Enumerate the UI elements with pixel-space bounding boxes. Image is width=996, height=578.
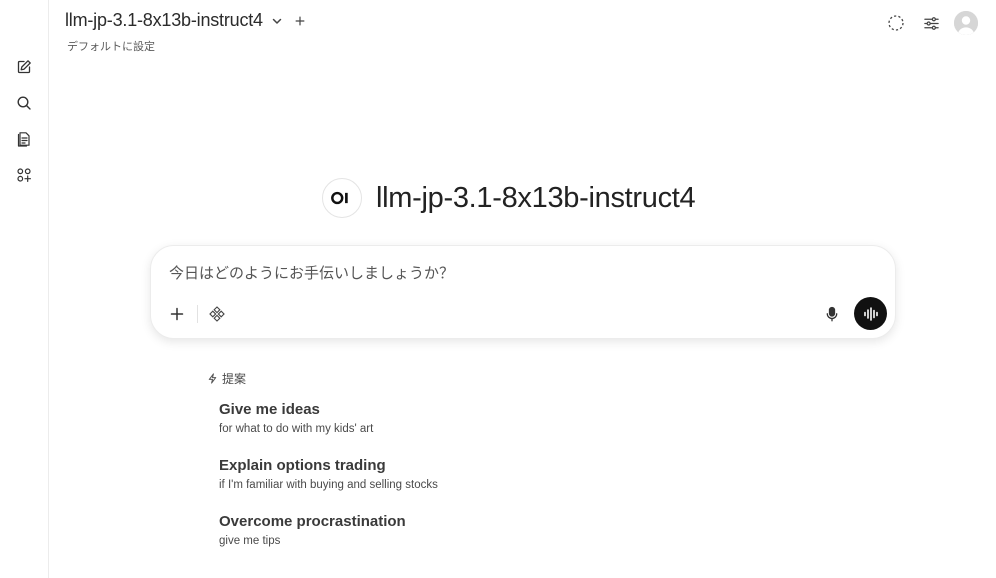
sidebar <box>0 0 49 578</box>
audio-waveform-icon <box>863 306 878 321</box>
suggestion-subtitle: if I'm familiar with buying and selling … <box>219 479 438 491</box>
temporary-chat-button[interactable] <box>884 11 908 35</box>
model-logo <box>322 178 362 218</box>
workspace-button[interactable] <box>12 163 36 187</box>
suggestions-label: 提案 <box>222 372 247 386</box>
hero-model-title: llm-jp-3.1-8x13b-instruct4 <box>376 181 696 214</box>
apps-icon <box>17 168 31 182</box>
suggestion-item[interactable]: Give me ideas for what to do with my kid… <box>219 401 373 436</box>
user-silhouette-icon <box>954 11 978 35</box>
suggestion-subtitle: give me tips <box>219 535 281 547</box>
controls-button[interactable] <box>919 11 943 35</box>
suggestion-title: Explain options trading <box>219 457 386 474</box>
tools-icon <box>209 306 225 322</box>
voice-mode-button[interactable] <box>854 297 887 330</box>
tools-button[interactable] <box>207 304 227 324</box>
suggestion-subtitle: for what to do with my kids' art <box>219 423 374 435</box>
suggestions-heading: 提案 <box>207 370 246 387</box>
notes-icon <box>17 132 30 147</box>
add-model-icon[interactable] <box>294 14 308 28</box>
set-default-button[interactable]: デフォルトに設定 <box>67 38 155 54</box>
notes-button[interactable] <box>12 127 36 151</box>
microphone-icon <box>826 306 838 322</box>
plus-icon <box>170 307 184 321</box>
controls-sliders-icon <box>923 16 939 30</box>
model-name[interactable]: llm-jp-3.1-8x13b-instruct4 <box>65 10 263 31</box>
suggestion-title: Give me ideas <box>219 401 320 418</box>
new-chat-button[interactable] <box>12 55 36 79</box>
user-avatar[interactable] <box>954 11 978 35</box>
hero: llm-jp-3.1-8x13b-instruct4 <box>322 178 696 218</box>
message-input[interactable] <box>169 262 869 284</box>
search-button[interactable] <box>12 91 36 115</box>
chevron-down-icon[interactable] <box>270 14 284 28</box>
bolt-icon <box>207 373 218 384</box>
suggestion-item[interactable]: Overcome procrastination give me tips <box>219 513 406 548</box>
composer-divider <box>197 305 198 323</box>
suggestion-item[interactable]: Explain options trading if I'm familiar … <box>219 457 438 492</box>
dictate-button[interactable] <box>822 304 842 324</box>
message-composer <box>150 245 896 339</box>
pencil-square-icon <box>17 60 31 74</box>
attach-button[interactable] <box>167 304 187 324</box>
suggestion-title: Overcome procrastination <box>219 513 406 530</box>
open-webui-logo-icon <box>331 191 348 205</box>
temporary-chat-icon <box>888 15 904 31</box>
model-selector[interactable]: llm-jp-3.1-8x13b-instruct4 <box>65 10 308 31</box>
search-icon <box>17 96 31 110</box>
top-right-controls <box>873 11 978 35</box>
